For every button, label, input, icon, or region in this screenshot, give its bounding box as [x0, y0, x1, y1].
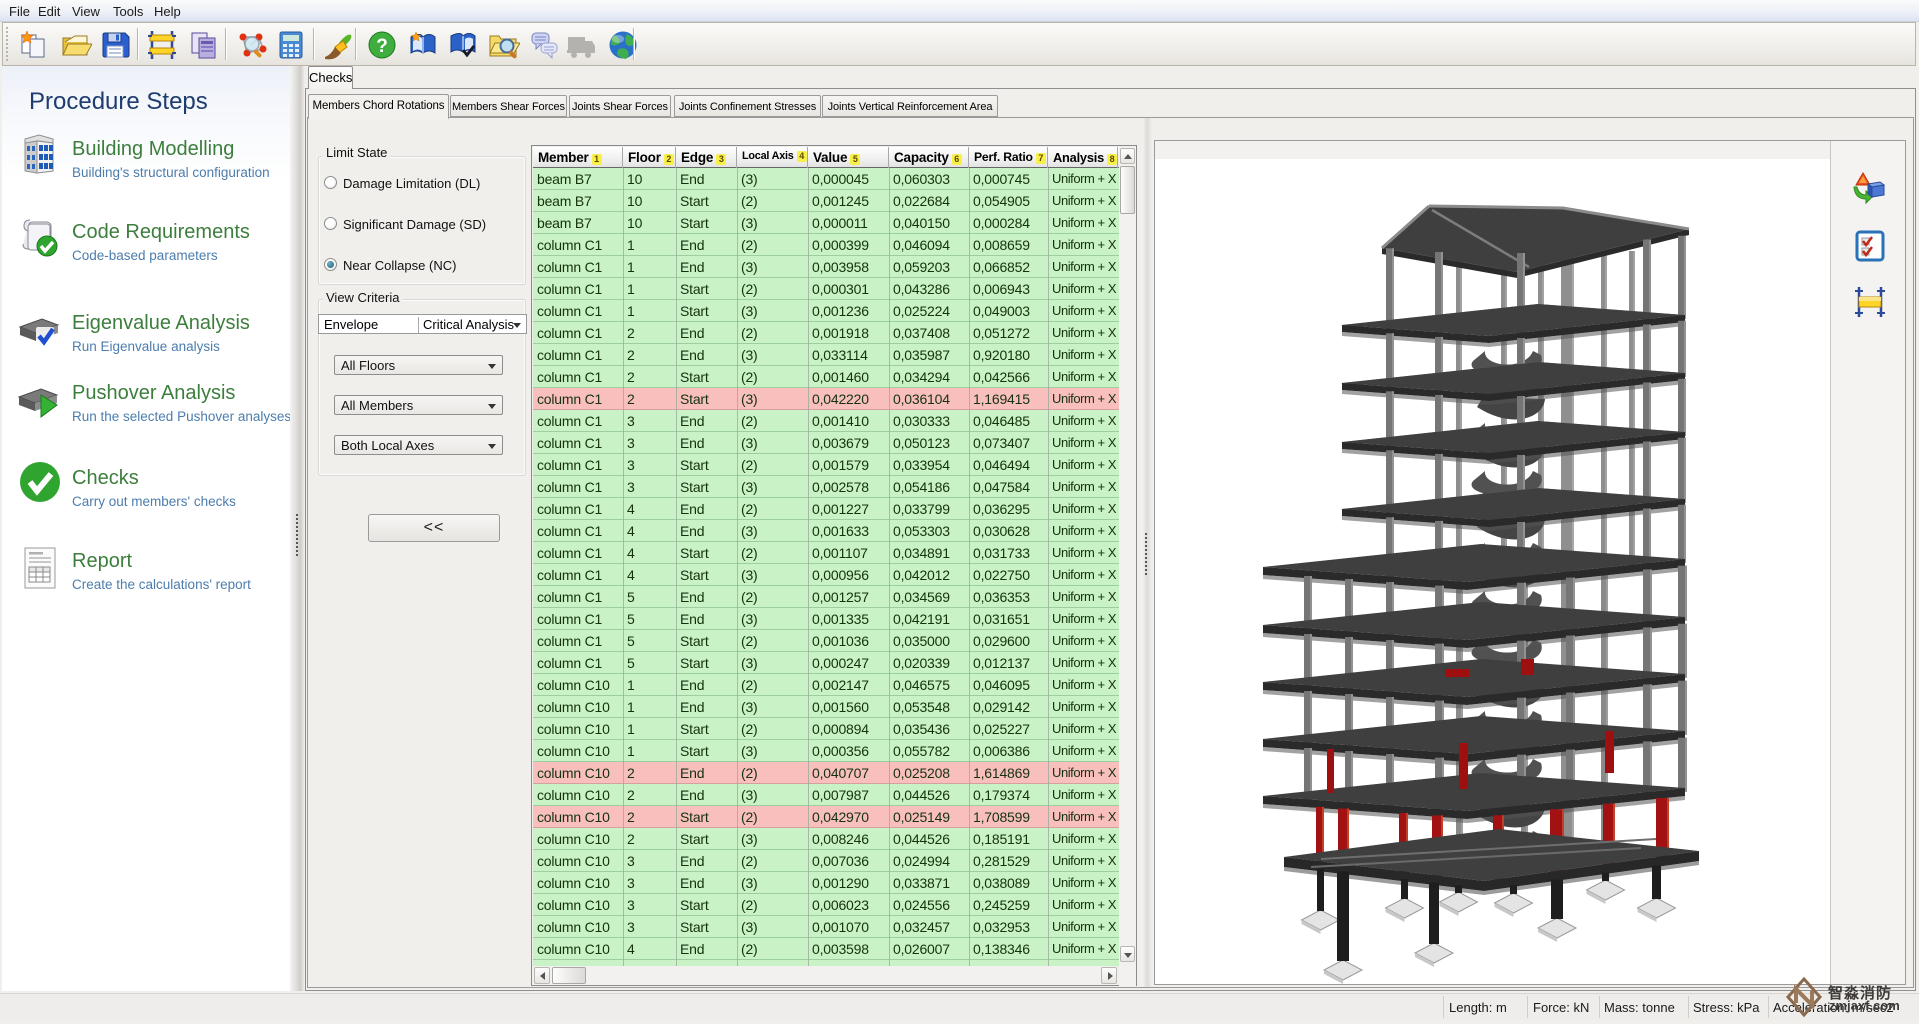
svg-text:?: ?: [376, 36, 388, 57]
